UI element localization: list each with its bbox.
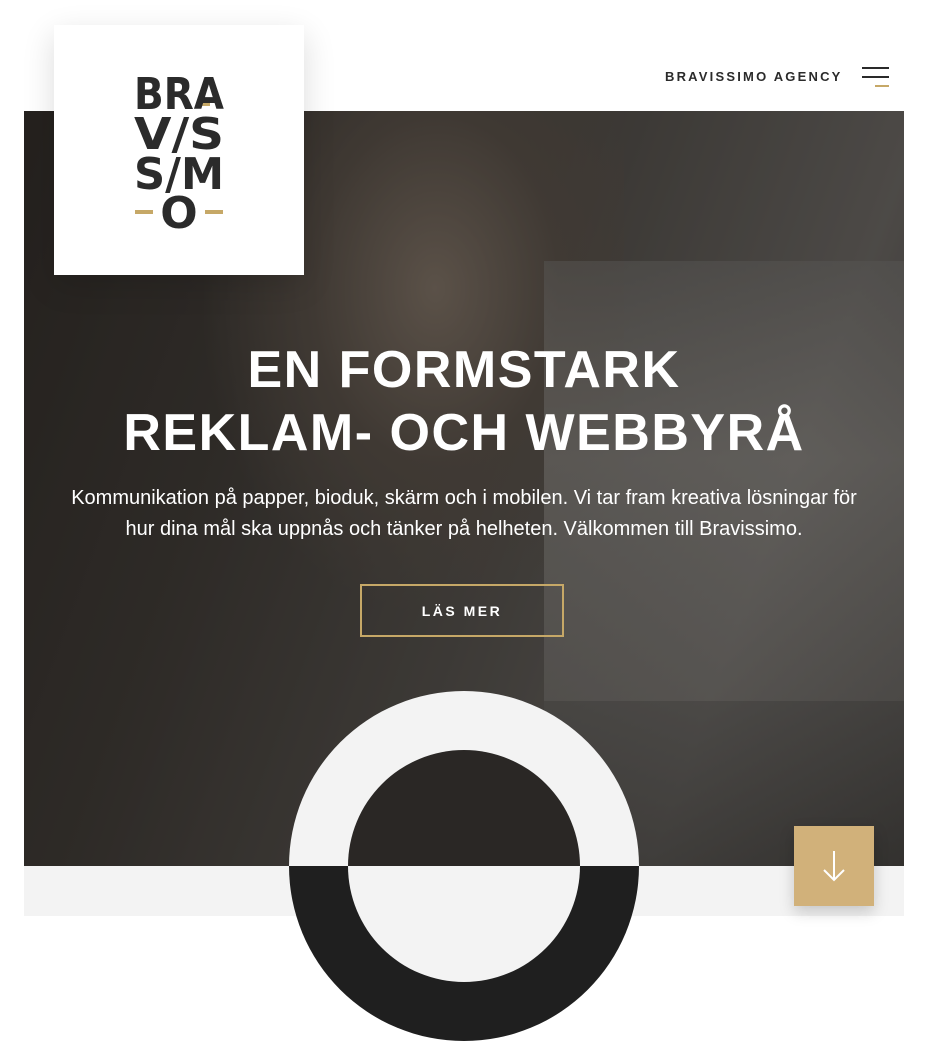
decorative-ring	[289, 691, 639, 1041]
hero-title: EN FORMSTARK REKLAM- OCH WEBBYRÅ	[24, 339, 904, 465]
scroll-down-button[interactable]	[794, 826, 874, 906]
las-mer-button[interactable]: LÄS MER	[360, 584, 564, 637]
bravissimo-logo: BRA V/S S/M O	[134, 69, 224, 239]
hero-description: Kommunikation på papper, bioduk, skärm o…	[71, 487, 857, 540]
logo-box[interactable]: BRA V/S S/M O	[54, 25, 304, 275]
hero-title-line-1: EN FORMSTARK	[247, 341, 681, 399]
arrow-down-icon	[823, 851, 845, 882]
hero-title-line-2: REKLAM- OCH WEBBYRÅ	[123, 404, 805, 462]
hamburger-menu-icon[interactable]	[858, 62, 892, 92]
agency-name[interactable]: BRAVISSIMO AGENCY	[665, 69, 843, 84]
logo-row-4: O	[160, 188, 197, 239]
